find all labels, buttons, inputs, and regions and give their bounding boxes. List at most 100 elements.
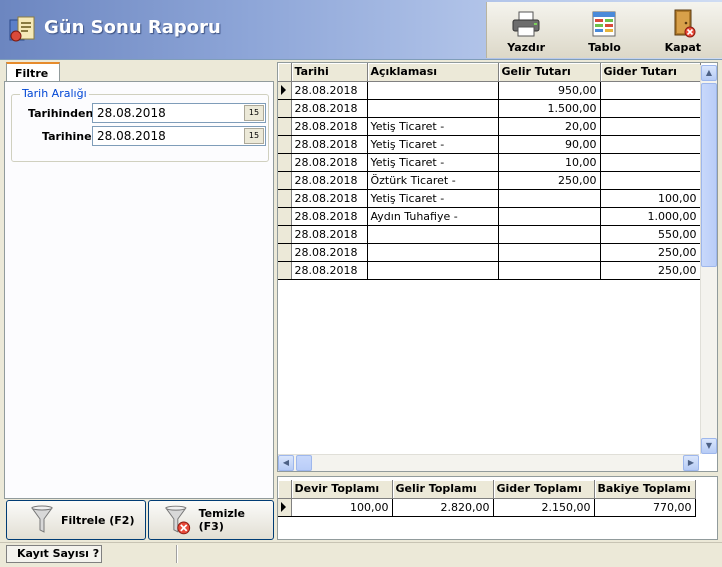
table-row[interactable]: 28.08.2018 550,00 [278,225,701,244]
vertical-scroll-thumb[interactable] [701,83,717,267]
cell-date[interactable]: 28.08.2018 [291,189,368,208]
row-indicator[interactable] [278,153,292,172]
cell-description[interactable] [367,225,499,244]
expense-total-cell[interactable]: 2.150,00 [493,498,595,517]
cell-income[interactable]: 20,00 [498,117,601,136]
vertical-scrollbar[interactable]: ▲ ▼ [700,65,717,454]
filter-apply-button[interactable]: Filtrele (F2) [6,500,146,540]
tab-filter[interactable]: Filtre [6,62,60,82]
from-calendar-button[interactable]: 15 [244,105,264,121]
horizontal-scrollbar[interactable]: ◀ ▶ [278,454,699,471]
scroll-right-button[interactable]: ▶ [683,455,699,471]
cell-description[interactable]: Yetiş Ticaret - [367,153,499,172]
cell-expense[interactable]: 100,00 [600,189,701,208]
income-total-cell[interactable]: 2.820,00 [392,498,494,517]
cell-income[interactable] [498,207,601,226]
cell-date[interactable]: 28.08.2018 [291,261,368,280]
table-row[interactable]: 28.08.2018 950,00 [278,81,701,100]
to-calendar-button[interactable]: 15 [244,128,264,144]
column-header-expense[interactable]: Gider Tutarı [600,63,701,82]
cell-income[interactable]: 1.500,00 [498,99,601,118]
filter-clear-button[interactable]: Temizle (F3) [148,500,274,540]
cell-description[interactable]: Yetiş Ticaret - [367,117,499,136]
carryover-total-cell[interactable]: 100,00 [291,498,393,517]
cell-description[interactable]: Öztürk Ticaret - [367,171,499,190]
cell-income[interactable]: 10,00 [498,153,601,172]
cell-description[interactable] [367,81,499,100]
cell-income[interactable]: 90,00 [498,135,601,154]
report-grid: Tarihi Açıklaması Gelir Tutarı Gider Tut… [277,62,718,472]
table-row[interactable]: 28.08.2018 Yetiş Ticaret -20,00 [278,117,701,136]
to-date-field[interactable]: 28.08.2018 15 [92,126,266,146]
column-header-description[interactable]: Açıklaması [367,63,499,82]
table-row[interactable]: 28.08.2018 Yetiş Ticaret -90,00 [278,135,701,154]
cell-expense[interactable] [600,153,701,172]
cell-expense[interactable] [600,135,701,154]
cell-income[interactable] [498,189,601,208]
cell-date[interactable]: 28.08.2018 [291,171,368,190]
cell-date[interactable]: 28.08.2018 [291,117,368,136]
row-indicator[interactable] [278,261,292,280]
row-indicator[interactable] [278,81,292,100]
row-indicator[interactable] [278,243,292,262]
cell-date[interactable]: 28.08.2018 [291,207,368,226]
table-button[interactable]: Tablo [565,2,643,58]
cell-expense[interactable]: 250,00 [600,261,701,280]
cell-date[interactable]: 28.08.2018 [291,243,368,262]
totals-row[interactable]: 100,00 2.820,00 2.150,00 770,00 [278,498,696,517]
cell-expense[interactable] [600,171,701,190]
close-button[interactable]: Kapat [644,2,722,58]
cell-description[interactable] [367,243,499,262]
table-row[interactable]: 28.08.2018 250,00 [278,261,701,280]
column-header-date[interactable]: Tarihi [291,63,368,82]
row-indicator[interactable] [278,207,292,226]
row-indicator[interactable] [278,117,292,136]
cell-expense[interactable] [600,117,701,136]
cell-date[interactable]: 28.08.2018 [291,153,368,172]
balance-total-cell[interactable]: 770,00 [594,498,696,517]
printer-icon [512,11,540,37]
cell-description[interactable] [367,99,499,118]
table-icon [592,11,616,37]
scroll-up-button[interactable]: ▲ [701,65,717,81]
cell-income[interactable] [498,225,601,244]
scroll-left-button[interactable]: ◀ [278,455,294,471]
cell-date[interactable]: 28.08.2018 [291,81,368,100]
print-label: Yazdır [507,41,546,54]
close-label: Kapat [664,41,702,54]
row-indicator[interactable] [278,135,292,154]
cell-income[interactable]: 950,00 [498,81,601,100]
cell-income[interactable]: 250,00 [498,171,601,190]
print-button[interactable]: Yazdır [487,2,565,58]
record-count-button[interactable]: Kayıt Sayısı ? [6,545,102,563]
table-row[interactable]: 28.08.2018 250,00 [278,243,701,262]
cell-date[interactable]: 28.08.2018 [291,225,368,244]
row-indicator[interactable] [278,225,292,244]
column-header-income[interactable]: Gelir Tutarı [498,63,601,82]
cell-expense[interactable] [600,81,701,100]
cell-expense[interactable] [600,99,701,118]
row-indicator[interactable] [278,99,292,118]
from-date-field[interactable]: 28.08.2018 15 [92,103,266,123]
window-title: Gün Sonu Raporu [44,17,221,38]
cell-description[interactable]: Yetiş Ticaret - [367,135,499,154]
table-row[interactable]: 28.08.2018 Yetiş Ticaret - 100,00 [278,189,701,208]
cell-expense[interactable]: 250,00 [600,243,701,262]
horizontal-scroll-thumb[interactable] [296,455,312,471]
scroll-down-button[interactable]: ▼ [701,438,717,454]
table-row[interactable]: 28.08.2018 Öztürk Ticaret -250,00 [278,171,701,190]
table-row[interactable]: 28.08.2018 1.500,00 [278,99,701,118]
cell-description[interactable]: Yetiş Ticaret - [367,189,499,208]
row-indicator[interactable] [278,171,292,190]
table-row[interactable]: 28.08.2018 Yetiş Ticaret -10,00 [278,153,701,172]
cell-expense[interactable]: 1.000,00 [600,207,701,226]
table-row[interactable]: 28.08.2018 Aydın Tuhafiye - 1.000,00 [278,207,701,226]
cell-income[interactable] [498,243,601,262]
cell-description[interactable] [367,261,499,280]
cell-date[interactable]: 28.08.2018 [291,99,368,118]
cell-expense[interactable]: 550,00 [600,225,701,244]
cell-date[interactable]: 28.08.2018 [291,135,368,154]
cell-income[interactable] [498,261,601,280]
cell-description[interactable]: Aydın Tuhafiye - [367,207,499,226]
row-indicator[interactable] [278,189,292,208]
